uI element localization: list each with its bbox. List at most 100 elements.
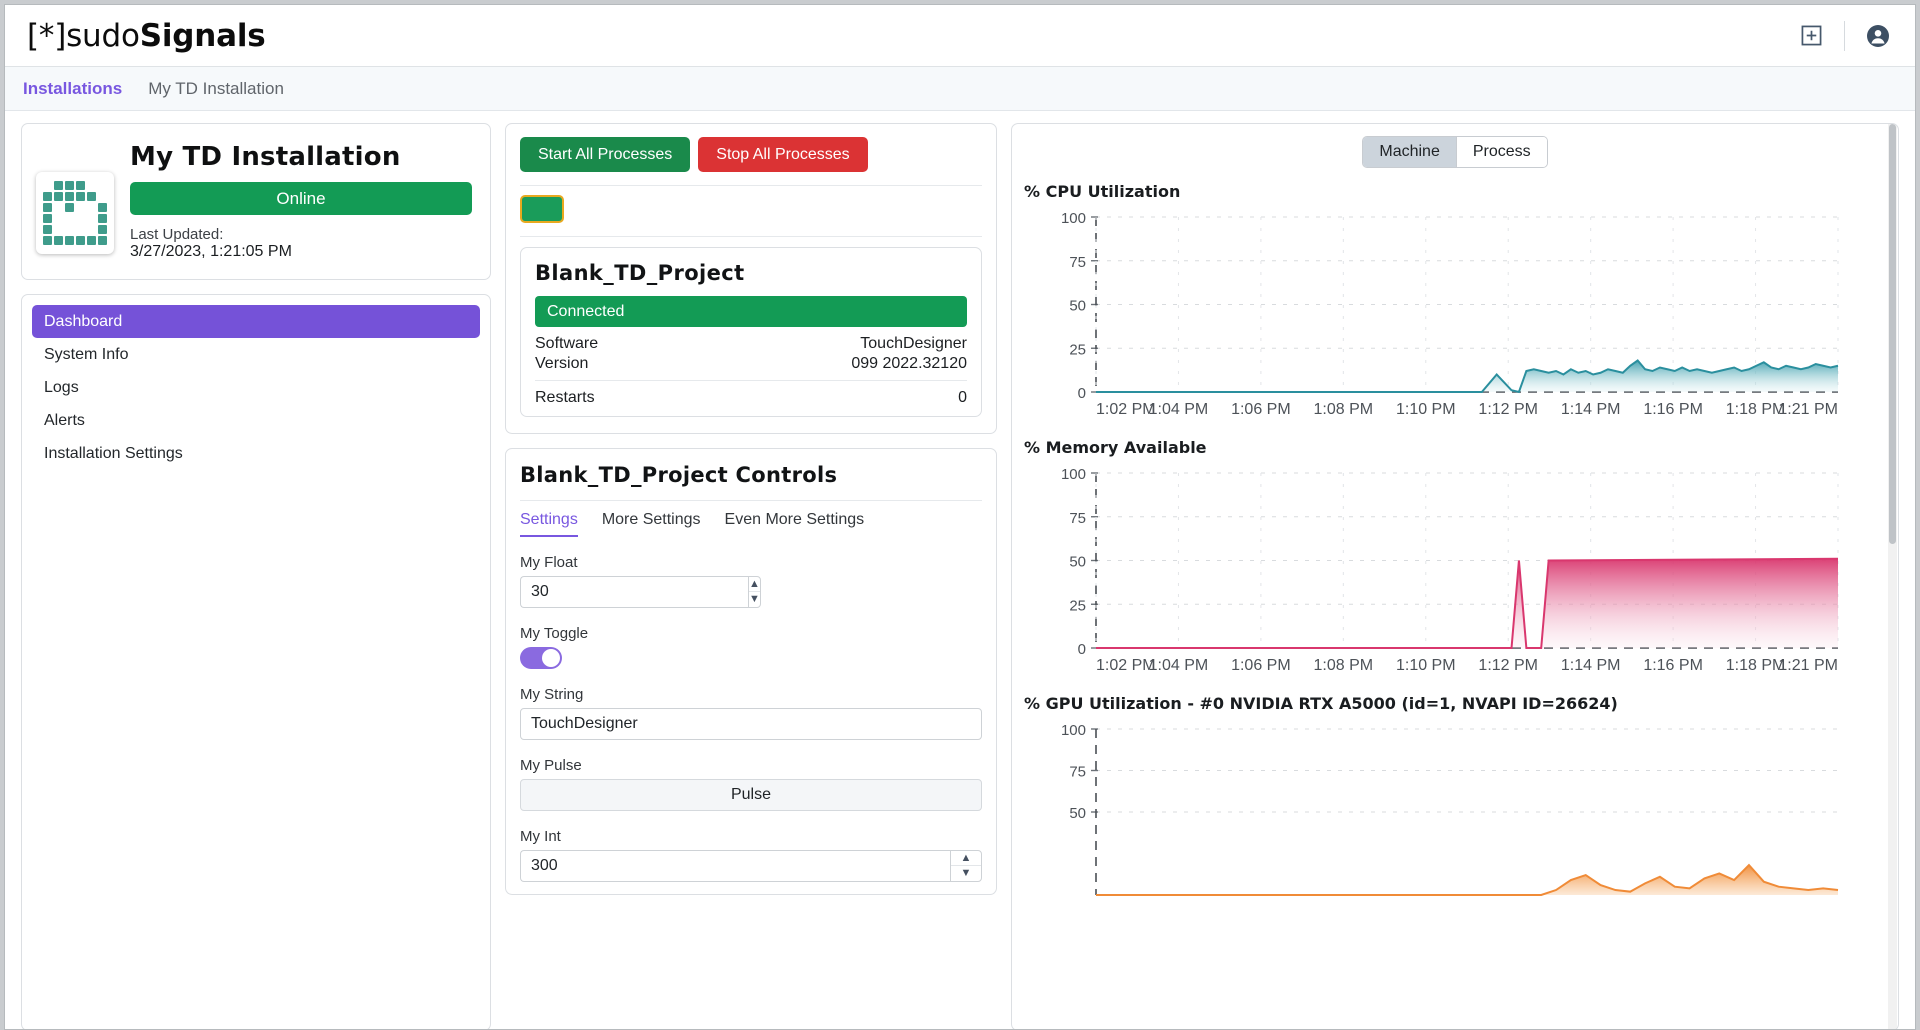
stepper-down-icon[interactable]: ▼ xyxy=(951,865,981,881)
sidebar-item-system-info[interactable]: System Info xyxy=(32,338,480,371)
installation-info: My TD Installation Online Last Updated: … xyxy=(130,138,472,261)
svg-text:1:08 PM: 1:08 PM xyxy=(1314,401,1374,418)
restarts-row: Restarts 0 xyxy=(535,381,967,408)
my-pulse-label: My Pulse xyxy=(520,756,582,774)
svg-text:0: 0 xyxy=(1078,641,1086,658)
qr-code-icon xyxy=(43,181,107,245)
my-float-label: My Float xyxy=(520,553,578,571)
my-float-field: ▲ ▼ xyxy=(520,575,761,608)
restarts-label: Restarts xyxy=(535,389,595,407)
segment-process[interactable]: Process xyxy=(1455,137,1547,167)
logo-sudo: sudo xyxy=(66,17,140,54)
start-all-processes-button[interactable]: Start All Processes xyxy=(520,137,691,172)
svg-text:0: 0 xyxy=(1078,385,1086,402)
divider xyxy=(520,499,982,501)
left-column: My TD Installation Online Last Updated: … xyxy=(21,123,491,1029)
sidebar-item-alerts[interactable]: Alerts xyxy=(32,404,480,437)
svg-text:1:21 PM: 1:21 PM xyxy=(1778,657,1838,674)
sidebar-item-label: Alerts xyxy=(44,411,85,429)
sidebar-item-label: Dashboard xyxy=(44,312,123,330)
svg-text:1:10 PM: 1:10 PM xyxy=(1396,401,1456,418)
process-color-swatch[interactable] xyxy=(520,195,564,223)
project-controls-card: Blank_TD_Project Controls Settings More … xyxy=(505,447,997,895)
my-int-stepper[interactable]: ▲ ▼ xyxy=(950,849,982,882)
metrics-scrollbar[interactable] xyxy=(1888,124,1897,1029)
tab-settings[interactable]: Settings xyxy=(520,511,578,537)
sidebar-item-logs[interactable]: Logs xyxy=(32,371,480,404)
account-circle-icon[interactable] xyxy=(1863,21,1893,51)
svg-text:1:04 PM: 1:04 PM xyxy=(1149,657,1209,674)
tab-even-more-settings[interactable]: Even More Settings xyxy=(725,511,865,537)
cpu-utilization-chart: 0 25 50 75 100 1:02 PM 1:04 PM 1:06 PM 1:08 PM 1:… xyxy=(1024,209,1898,424)
svg-text:1:21 PM: 1:21 PM xyxy=(1778,401,1838,418)
stepper-up-icon[interactable]: ▲ xyxy=(951,851,981,866)
memory-chart-block: % Memory Available 0 25 50 75 100 1:02 PM 1:04… xyxy=(1012,438,1898,680)
sidebar-item-installation-settings[interactable]: Installation Settings xyxy=(32,437,480,470)
divider xyxy=(520,236,982,237)
main-columns: My TD Installation Online Last Updated: … xyxy=(5,111,1915,1029)
breadcrumb-installations[interactable]: Installations xyxy=(23,79,122,99)
segment-machine[interactable]: Machine xyxy=(1363,137,1456,167)
svg-text:1:16 PM: 1:16 PM xyxy=(1643,401,1703,418)
breadcrumb: Installations My TD Installation xyxy=(5,67,1915,111)
process-controls-card: Start All Processes Stop All Processes B… xyxy=(505,123,997,434)
logo-bracket: [*] xyxy=(27,17,67,54)
metrics-panel: Machine Process % CPU Utilization 0 25 50 7… xyxy=(1011,123,1899,1029)
cpu-chart-title: % CPU Utilization xyxy=(1024,182,1181,201)
svg-text:1:10 PM: 1:10 PM xyxy=(1396,657,1456,674)
sidebar-item-label: Installation Settings xyxy=(44,444,183,462)
divider xyxy=(520,185,982,186)
last-updated-value: 3/27/2023, 1:21:05 PM xyxy=(130,243,292,260)
gpu-utilization-chart: 50 75 100 xyxy=(1024,721,1898,901)
top-bar-actions xyxy=(1796,20,1893,51)
software-version-values: TouchDesigner 099 2022.32120 xyxy=(851,334,967,373)
right-column: Machine Process % CPU Utilization 0 25 50 7… xyxy=(1011,123,1899,1029)
logo-signals: Signals xyxy=(139,17,266,54)
memory-chart-title: % Memory Available xyxy=(1024,438,1207,457)
scrollbar-thumb[interactable] xyxy=(1889,124,1896,544)
version-key: Version xyxy=(535,354,589,372)
my-int-input[interactable] xyxy=(520,849,950,882)
stop-all-processes-button[interactable]: Stop All Processes xyxy=(698,137,868,172)
svg-text:25: 25 xyxy=(1069,597,1086,614)
svg-text:1:06 PM: 1:06 PM xyxy=(1231,657,1291,674)
connection-status-badge: Connected xyxy=(535,296,967,327)
svg-text:75: 75 xyxy=(1069,254,1086,271)
svg-text:50: 50 xyxy=(1069,554,1086,571)
pulse-button[interactable]: Pulse xyxy=(520,778,982,811)
breadcrumb-my-td-installation[interactable]: My TD Installation xyxy=(148,79,284,99)
svg-text:100: 100 xyxy=(1061,210,1086,227)
sidebar-item-label: System Info xyxy=(44,345,129,363)
software-version-keys: Software Version xyxy=(535,334,598,373)
my-toggle-switch[interactable] xyxy=(520,646,562,669)
sidebar-item-dashboard[interactable]: Dashboard xyxy=(32,305,480,338)
software-value: TouchDesigner xyxy=(860,335,967,352)
my-float-input[interactable] xyxy=(520,575,748,608)
metrics-scope-toggle: Machine Process xyxy=(1012,136,1898,168)
app-logo: [*] sudo Signals xyxy=(27,18,266,54)
cpu-chart-block: % CPU Utilization 0 25 50 75 100 1:02 PM 1:04 … xyxy=(1012,182,1898,424)
installation-logo xyxy=(36,172,114,254)
svg-text:75: 75 xyxy=(1069,764,1086,781)
stepper-up-icon[interactable]: ▲ xyxy=(749,577,760,592)
toggle-knob xyxy=(542,648,560,667)
svg-text:50: 50 xyxy=(1069,298,1086,315)
status-badge: Online xyxy=(130,182,472,215)
tab-more-settings[interactable]: More Settings xyxy=(602,511,701,537)
my-int-field: ▲ ▼ xyxy=(520,849,982,882)
app-window: [*] sudo Signals Installations My TD Insta… xyxy=(4,4,1916,1030)
gpu-chart-title: % GPU Utilization - #0 NVIDIA RTX A5000 … xyxy=(1024,694,1618,713)
my-float-stepper[interactable]: ▲ ▼ xyxy=(748,575,761,608)
plus-square-icon[interactable] xyxy=(1796,21,1826,51)
project-name: Blank_TD_Project xyxy=(535,261,745,285)
project-card: Blank_TD_Project Connected Software Vers… xyxy=(520,247,982,417)
last-updated-label: Last Updated: xyxy=(130,226,224,243)
gpu-chart-block: % GPU Utilization - #0 NVIDIA RTX A5000 … xyxy=(1012,694,1898,901)
my-string-input[interactable] xyxy=(520,707,982,740)
middle-column: Start All Processes Stop All Processes B… xyxy=(505,123,997,1029)
stepper-down-icon[interactable]: ▼ xyxy=(749,591,760,607)
page-title: My TD Installation xyxy=(130,142,401,172)
svg-text:1:18 PM: 1:18 PM xyxy=(1726,657,1786,674)
controls-tabs: Settings More Settings Even More Setting… xyxy=(520,511,982,537)
svg-text:100: 100 xyxy=(1061,466,1086,483)
